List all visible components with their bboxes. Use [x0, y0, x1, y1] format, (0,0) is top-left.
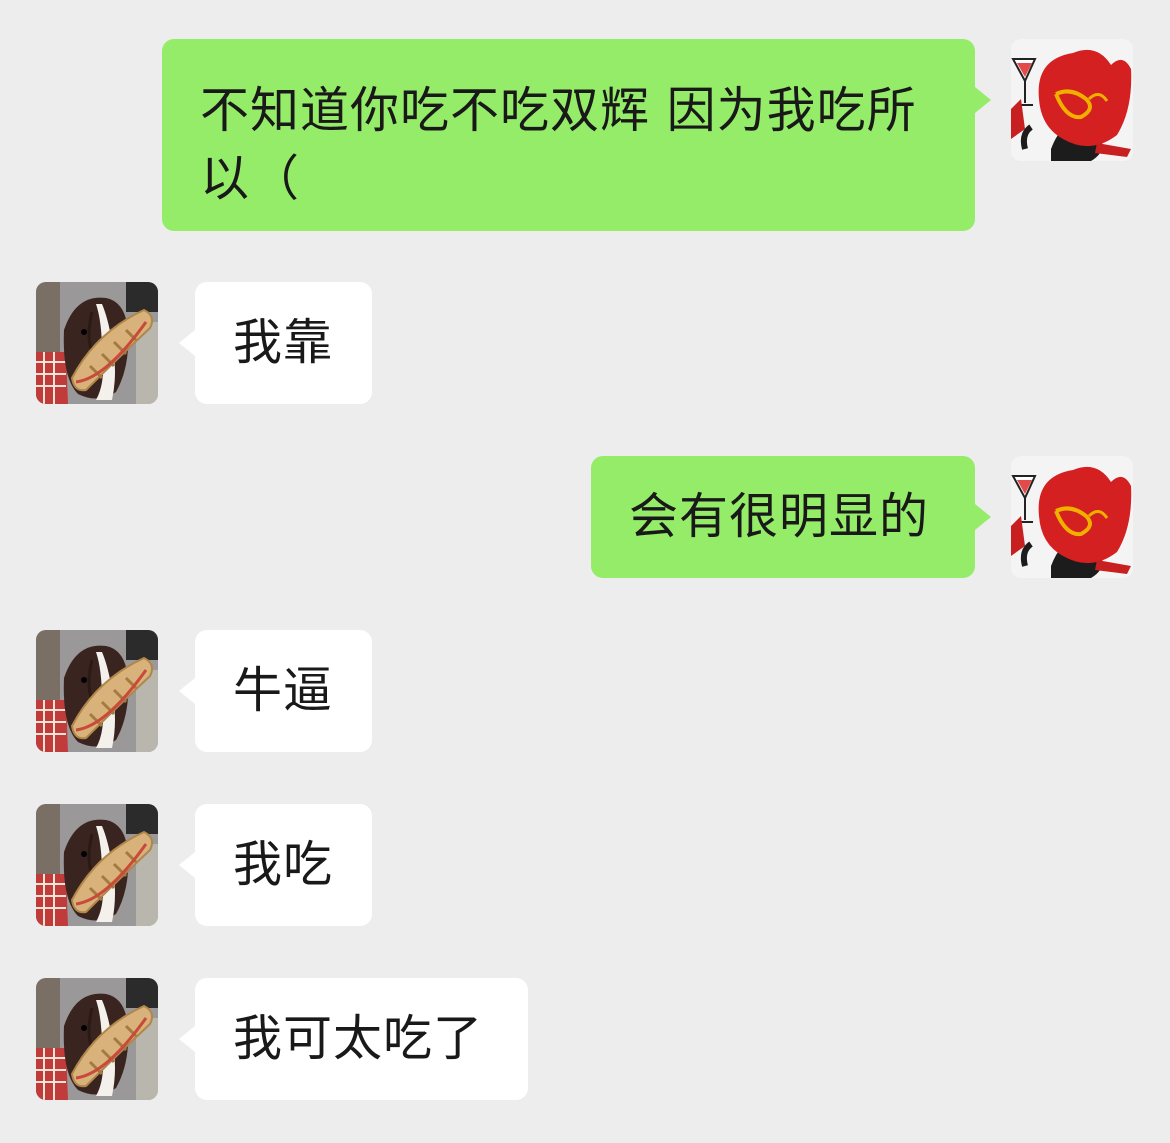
- contact-avatar[interactable]: [36, 978, 158, 1100]
- bubble-tail: [975, 87, 991, 113]
- outgoing-message-bubble[interactable]: 会有很明显的: [591, 456, 975, 578]
- bubble-tail: [975, 504, 991, 530]
- red-cartoon-character-avatar-icon: [1011, 456, 1133, 578]
- self-avatar[interactable]: [1011, 39, 1133, 161]
- outgoing-message-bubble[interactable]: 不知道你吃不吃双辉 因为我吃所 以（: [162, 39, 975, 231]
- message-text-line: 以（: [200, 150, 301, 207]
- incoming-message-bubble[interactable]: 我靠: [195, 282, 372, 404]
- bubble-tail: [179, 852, 195, 878]
- bubble-tail: [179, 1026, 195, 1052]
- contact-avatar[interactable]: [36, 630, 158, 752]
- bubble-tail: [179, 330, 195, 356]
- border-collie-dog-avatar-icon: [36, 282, 158, 404]
- message-text: 会有很明显的: [629, 488, 930, 545]
- self-avatar[interactable]: [1011, 456, 1133, 578]
- red-cartoon-character-avatar-icon: [1011, 39, 1133, 161]
- incoming-message-bubble[interactable]: 我吃: [195, 804, 372, 926]
- bubble-tail: [179, 678, 195, 704]
- chat-message-list: 不知道你吃不吃双辉 因为我吃所 以（ 我靠 会有很明显的 牛逼 我吃 我可太吃了: [0, 0, 1170, 1143]
- message-text: 我可太吃了: [233, 1010, 484, 1067]
- message-text: 我吃: [233, 836, 334, 893]
- message-text-line: 不知道你吃不吃双辉 因为我吃所: [200, 82, 917, 139]
- contact-avatar[interactable]: [36, 804, 158, 926]
- message-text: 牛逼: [233, 662, 334, 719]
- border-collie-dog-avatar-icon: [36, 630, 158, 752]
- border-collie-dog-avatar-icon: [36, 804, 158, 926]
- incoming-message-bubble[interactable]: 我可太吃了: [195, 978, 528, 1100]
- border-collie-dog-avatar-icon: [36, 978, 158, 1100]
- contact-avatar[interactable]: [36, 282, 158, 404]
- incoming-message-bubble[interactable]: 牛逼: [195, 630, 372, 752]
- message-text: 我靠: [233, 314, 334, 371]
